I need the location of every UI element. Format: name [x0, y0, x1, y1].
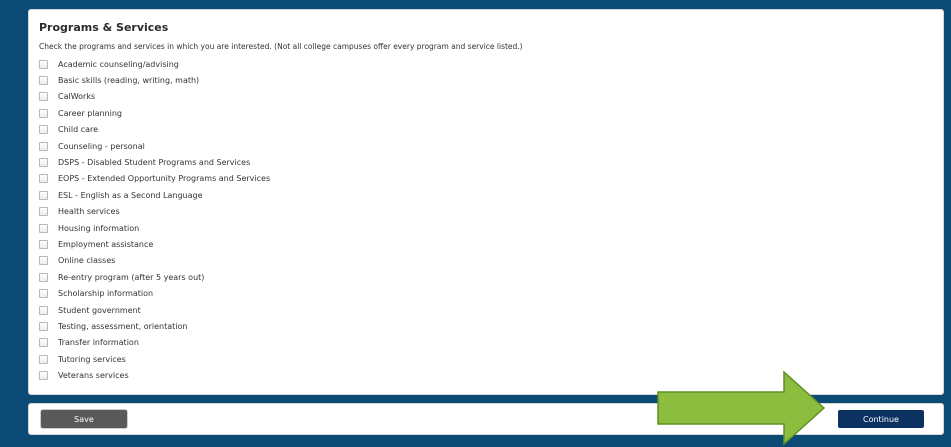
option-label: Student government	[58, 305, 141, 315]
option-label: Career planning	[58, 108, 122, 118]
section-instructions: Check the programs and services in which…	[39, 42, 523, 51]
save-button[interactable]: Save	[41, 410, 127, 428]
option-checkbox[interactable]	[39, 141, 48, 151]
option-checkbox[interactable]	[39, 207, 48, 217]
option-item[interactable]: EOPS - Extended Opportunity Programs and…	[39, 171, 270, 187]
programs-services-panel: Programs & Services Check the programs a…	[28, 9, 944, 395]
option-item[interactable]: Employment assistance	[39, 236, 270, 252]
option-item[interactable]: ESL - English as a Second Language	[39, 187, 270, 203]
option-checkbox[interactable]	[39, 190, 48, 200]
option-item[interactable]: Child care	[39, 122, 270, 138]
option-label: CalWorks	[58, 92, 96, 102]
option-checkbox[interactable]	[39, 158, 48, 168]
option-checkbox[interactable]	[39, 338, 48, 348]
option-checkbox[interactable]	[39, 174, 48, 184]
option-checkbox[interactable]	[39, 76, 48, 86]
option-label: Child care	[58, 125, 99, 135]
option-label: Transfer information	[58, 338, 139, 348]
option-item[interactable]: Online classes	[39, 253, 270, 269]
option-checkbox[interactable]	[39, 371, 48, 381]
option-item[interactable]: Student government	[39, 302, 270, 318]
option-item[interactable]: Basic skills (reading, writing, math)	[39, 72, 270, 88]
option-checkbox[interactable]	[39, 108, 48, 118]
option-label: Tutoring services	[58, 354, 126, 364]
option-label: Employment assistance	[58, 239, 154, 249]
option-label: DSPS - Disabled Student Programs and Ser…	[58, 158, 251, 168]
section-title: Programs & Services	[39, 21, 169, 34]
option-item[interactable]: Housing information	[39, 220, 270, 236]
option-item[interactable]: Re-entry program (after 5 years out)	[39, 269, 270, 285]
option-checkbox[interactable]	[39, 239, 48, 249]
option-item[interactable]: CalWorks	[39, 89, 270, 105]
option-label: Basic skills (reading, writing, math)	[58, 76, 200, 86]
option-item[interactable]: Health services	[39, 204, 270, 220]
option-label: Housing information	[58, 223, 140, 233]
right-arrow-icon	[657, 370, 826, 446]
option-checkbox[interactable]	[39, 92, 48, 102]
option-checkbox[interactable]	[39, 272, 48, 282]
continue-button[interactable]: Continue	[838, 410, 924, 428]
option-label: EOPS - Extended Opportunity Programs and…	[58, 174, 271, 184]
option-label: Testing, assessment, orientation	[58, 321, 188, 331]
option-item[interactable]: Testing, assessment, orientation	[39, 318, 270, 334]
option-item[interactable]: Scholarship information	[39, 285, 270, 301]
option-label: Re-entry program (after 5 years out)	[58, 272, 205, 282]
option-item[interactable]: Counseling - personal	[39, 138, 270, 154]
option-label: Online classes	[58, 256, 116, 266]
option-item[interactable]: Academic counseling/advising	[39, 56, 270, 72]
options-list: Academic counseling/advising Basic skills…	[39, 56, 270, 384]
option-label: Health services	[58, 207, 120, 217]
option-checkbox[interactable]	[39, 321, 48, 331]
option-label: Scholarship information	[58, 289, 154, 299]
option-item[interactable]: Career planning	[39, 105, 270, 121]
option-label: Counseling - personal	[58, 141, 145, 151]
option-label: ESL - English as a Second Language	[58, 190, 203, 200]
option-item[interactable]: Veterans services	[39, 367, 270, 383]
option-item[interactable]: Tutoring services	[39, 351, 270, 367]
option-checkbox[interactable]	[39, 125, 48, 135]
option-checkbox[interactable]	[39, 289, 48, 299]
option-checkbox[interactable]	[39, 256, 48, 266]
option-label: Veterans services	[58, 371, 129, 381]
option-label: Academic counseling/advising	[58, 59, 179, 69]
option-item[interactable]: DSPS - Disabled Student Programs and Ser…	[39, 154, 270, 170]
option-checkbox[interactable]	[39, 354, 48, 364]
option-checkbox[interactable]	[39, 305, 48, 315]
option-item[interactable]: Transfer information	[39, 335, 270, 351]
option-checkbox[interactable]	[39, 59, 48, 69]
option-checkbox[interactable]	[39, 223, 48, 233]
